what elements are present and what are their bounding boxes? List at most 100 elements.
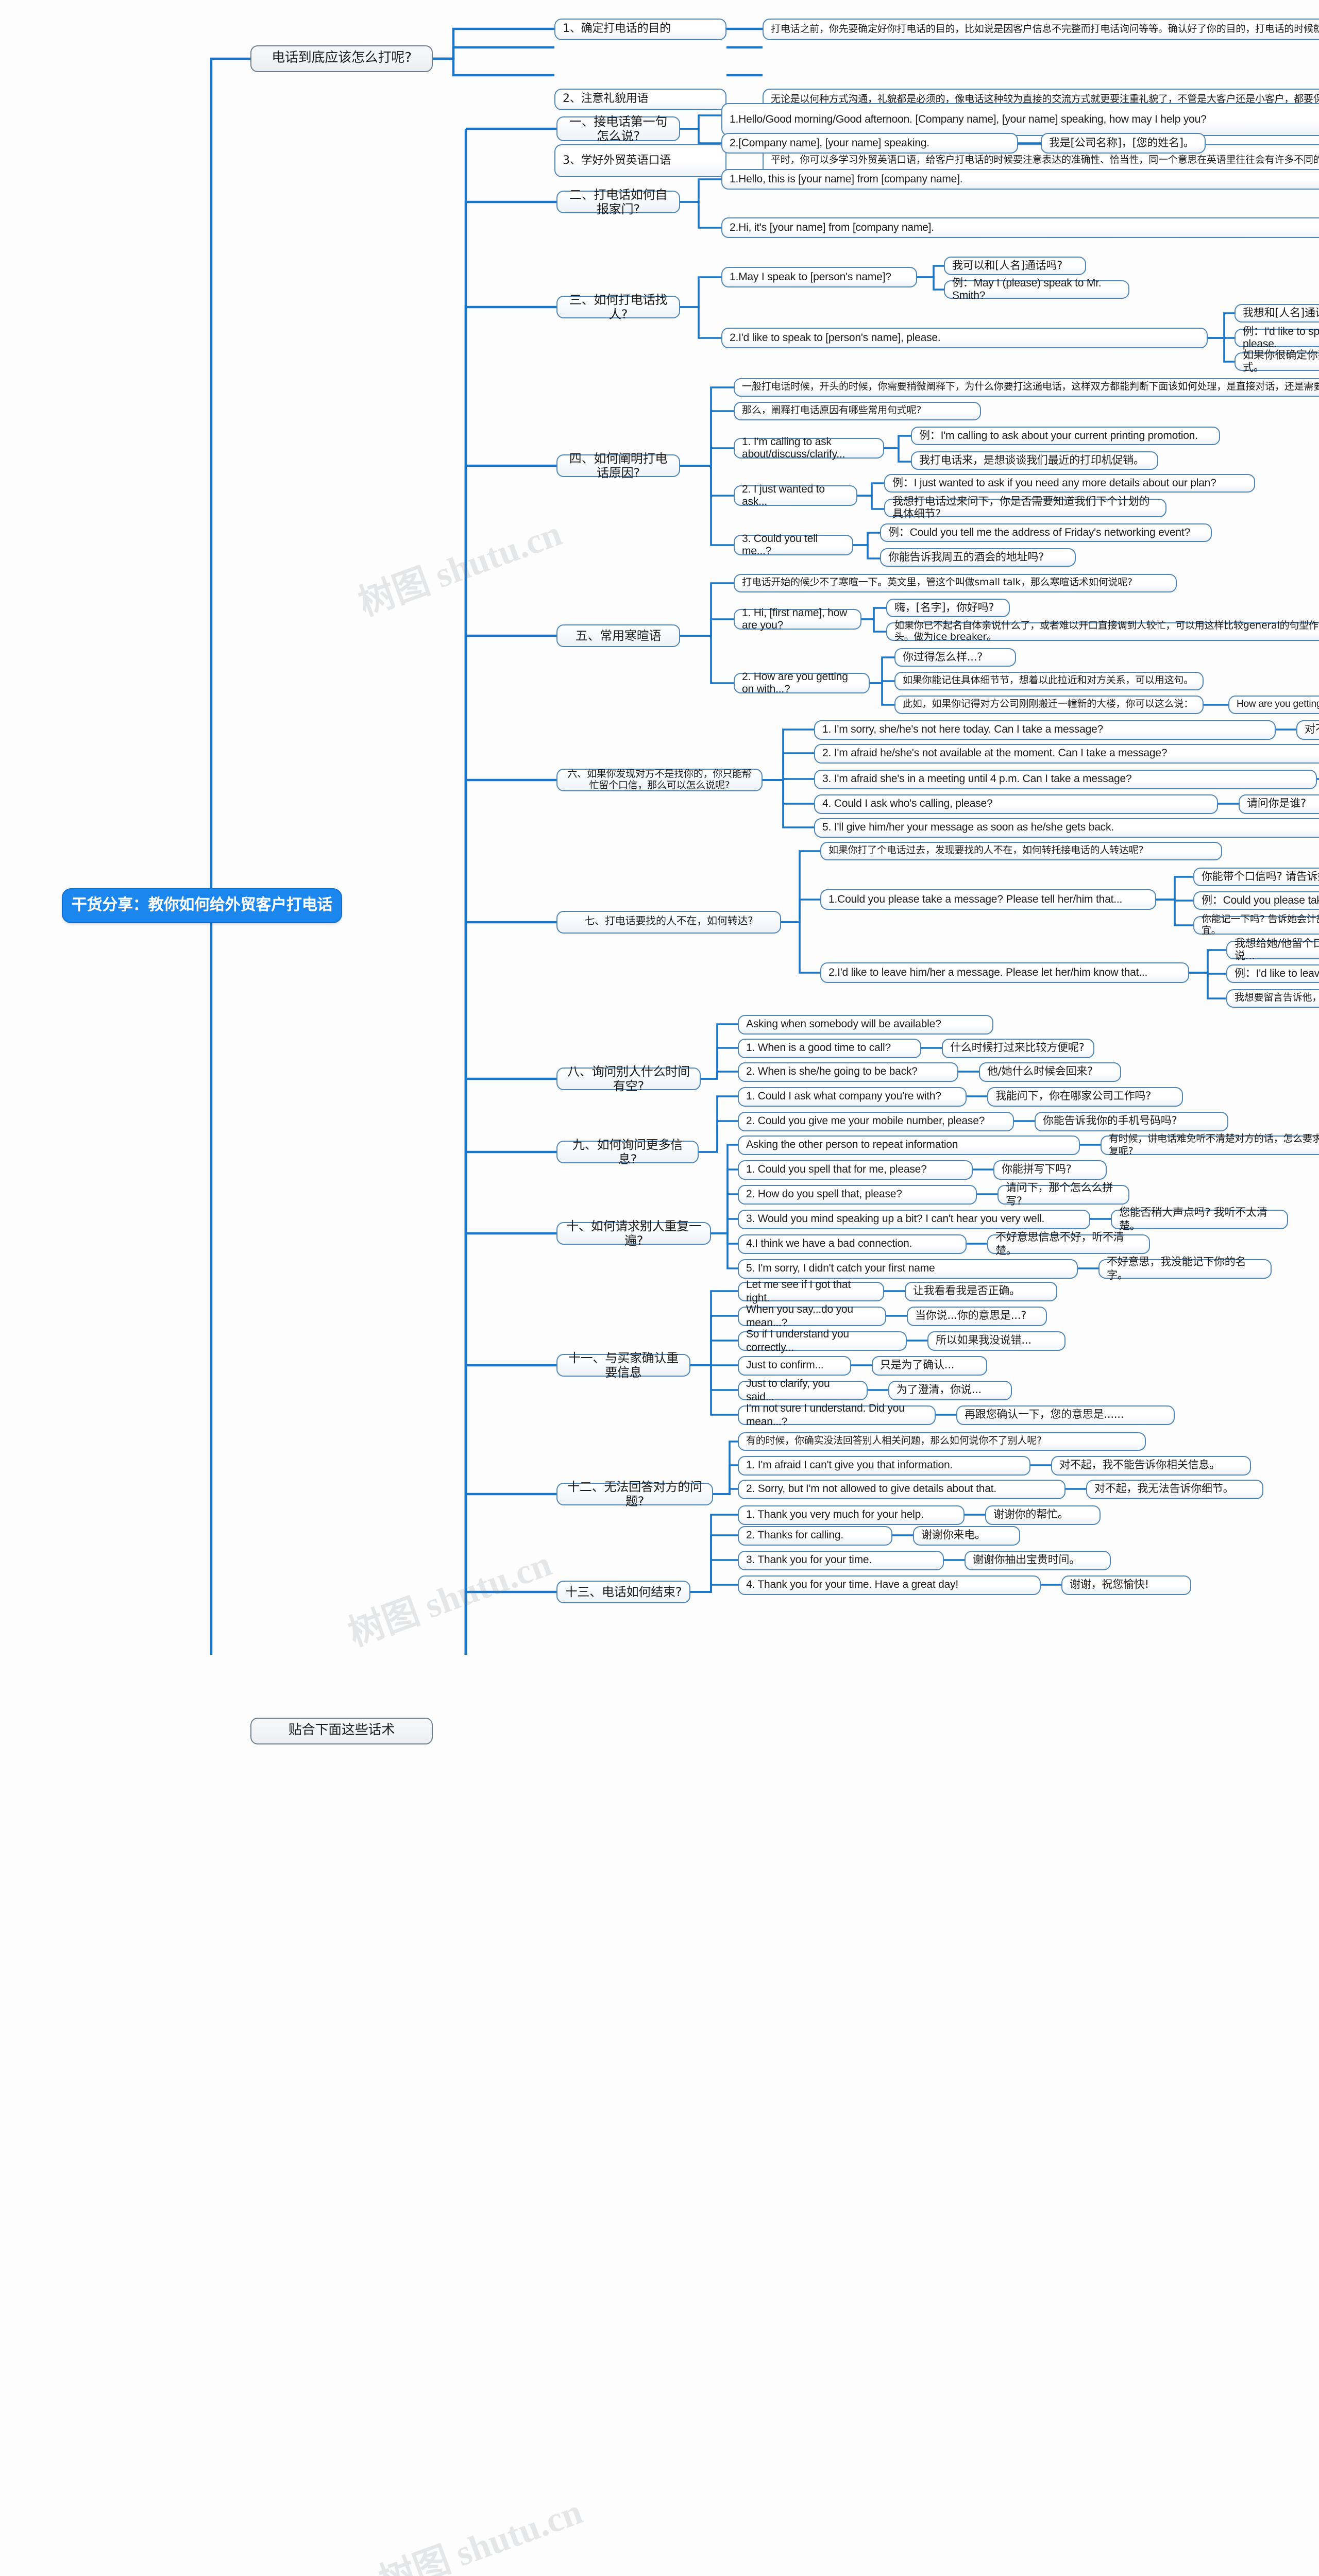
s7-c1-t2-label: 例：Could you please take a message? Pleas… [1202, 894, 1319, 907]
s13-c2[interactable]: 2. Thanks for calling. [738, 1526, 892, 1546]
s5-c1-t2-label: 如果你已不起名自体亲说什么了，或者难以开口直接调到人较忙，可以用这样比较gene… [894, 620, 1319, 643]
s11-c3-t: 所以如果我没说错... [927, 1331, 1066, 1351]
section-5-label: 五、常用寒暄语 [575, 628, 662, 643]
s3-c2[interactable]: 2.I'd like to speak to [person's name], … [721, 328, 1208, 348]
s5-c2[interactable]: 2. How are you getting on with...? [734, 670, 870, 696]
section-1[interactable]: 一、接电话第一句怎么说? [556, 114, 680, 143]
item-purpose[interactable]: 1、确定打电话的目的 [554, 19, 726, 40]
branch-scripts[interactable]: 贴合下面这些话术 [250, 1718, 433, 1744]
s6-c2-label: 2. I'm afraid he/she's not available at … [822, 747, 1168, 760]
s6-c2[interactable]: 2. I'm afraid he/she's not available at … [814, 744, 1319, 764]
section-11[interactable]: 十一、与买家确认重要信息 [556, 1350, 690, 1380]
s10-c4[interactable]: 4.I think we have a bad connection. [738, 1234, 967, 1254]
s13-c2-label: 2. Thanks for calling. [746, 1529, 843, 1542]
s10-c2[interactable]: 2. How do you spell that, please? [738, 1185, 977, 1205]
s13-c4[interactable]: 4. Thank you for your time. Have a great… [738, 1575, 1041, 1595]
s9-c2-t-label: 你能告诉我你的手机号码吗? [1043, 1115, 1177, 1128]
section-3[interactable]: 三、如何打电话找人? [556, 293, 680, 321]
s6-c4-t: 请问你是谁? [1239, 794, 1319, 814]
section-10[interactable]: 十、如何请求别人重复一遍? [556, 1219, 711, 1248]
s10-c0: Asking the other person to repeat inform… [738, 1136, 1080, 1155]
s12-note-label: 有的时候，你确实没法回答别人相关问题，那么如何说你不了别人呢? [746, 1435, 1042, 1447]
s4-c3-t1-label: 例：Could you tell me the address of Frida… [888, 526, 1190, 539]
s6-c5[interactable]: 5. I'll give him/her your message as soo… [814, 818, 1319, 838]
s5-note: 打电话开始的候少不了寒暄一下。英文里，管这个叫做small talk，那么寒暄话… [734, 574, 1177, 592]
s6-c1[interactable]: 1. I'm sorry, she/he's not here today. C… [814, 720, 1276, 740]
s1-c1[interactable]: 1.Hello/Good morning/Good afternoon. [Co… [721, 103, 1319, 136]
branch-phone-how[interactable]: 电话到底应该怎么打呢? [250, 45, 433, 72]
section-6[interactable]: 六、如果你发现对方不是找你的，你只能帮忙留个口信，那么可以怎么说呢? [556, 769, 763, 791]
s1-c2[interactable]: 2.[Company name], [your name] speaking. [721, 133, 1018, 154]
section-12[interactable]: 十二、无法回答对方的问题? [556, 1480, 713, 1509]
s9-c2[interactable]: 2. Could you give me your mobile number,… [738, 1112, 1014, 1131]
item-politeness[interactable]: 2、注意礼貌用语 [554, 89, 726, 110]
section-9[interactable]: 九、如何询问更多信息? [556, 1138, 699, 1166]
s12-c1-t-label: 对不起，我不能告诉你相关信息。 [1059, 1459, 1220, 1472]
section-2-label: 二、打电话如何自报家门? [569, 187, 668, 216]
s11-c2[interactable]: When you say...do you mean...? [738, 1303, 886, 1329]
s12-c2-t: 对不起，我无法告诉你细节。 [1086, 1480, 1263, 1499]
s4-c3[interactable]: 3. Could you tell me...? [734, 532, 853, 557]
s11-c4[interactable]: Just to confirm... [738, 1356, 851, 1376]
s7-c2-t3-label: 我想要留言告诉他，明天的午餐会取消了。 [1235, 992, 1319, 1004]
s5-c2-t2-label: 如果你能记住具体细节节，想着以此拉近和对方关系，可以用这句。 [903, 675, 1194, 687]
s2-c1[interactable]: 1.Hello, this is [your name] from [compa… [721, 169, 1319, 190]
s5-c2-t1: 你过得怎么样...? [894, 648, 1016, 667]
s11-c4-t: 只是为了确认... [872, 1356, 987, 1376]
s10-c1[interactable]: 1. Could you spell that for me, please? [738, 1160, 973, 1180]
watermark: 树图 shutu.cn [374, 2491, 588, 2576]
s11-c2-t: 当你说...你的意思是...? [907, 1307, 1047, 1326]
branch-phone-how-label: 电话到底应该怎么打呢? [272, 50, 412, 66]
s1-c2-t: 我是[公司名称]，[您的姓名]。 [1041, 133, 1206, 154]
s9-c1-t: 我能问下，你在哪家公司工作吗? [987, 1087, 1183, 1107]
s8-c1[interactable]: 1. When is a good time to call? [738, 1039, 921, 1058]
s13-c3[interactable]: 3. Thank you for your time. [738, 1551, 944, 1570]
section-6-label: 六、如果你发现对方不是找你的，你只能帮忙留个口信，那么可以怎么说呢? [567, 768, 752, 791]
item-english[interactable]: 3、学好外贸英语口语 [554, 144, 726, 177]
section-4[interactable]: 四、如何阐明打电话原因? [556, 451, 680, 480]
section-8[interactable]: 八、询问别人什么时间有空? [556, 1064, 701, 1093]
s11-c5[interactable]: Just to clarify, you said... [738, 1378, 868, 1403]
s12-c2[interactable]: 2. Sorry, but I'm not allowed to give de… [738, 1480, 1066, 1499]
s13-c1[interactable]: 1. Thank you very much for your help. [738, 1505, 965, 1525]
s6-c4[interactable]: 4. Could I ask who's calling, please? [814, 794, 1218, 814]
section-2[interactable]: 二、打电话如何自报家门? [556, 188, 680, 216]
s9-c1-t-label: 我能问下，你在哪家公司工作吗? [995, 1090, 1152, 1103]
s9-c1[interactable]: 1. Could I ask what company you're with? [738, 1087, 967, 1107]
s11-c1[interactable]: Let me see if I got that right. [738, 1279, 884, 1304]
root-node[interactable]: 干货分享：教你如何给外贸客户打电话 [62, 888, 342, 923]
s3-c1[interactable]: 1.May I speak to [person's name]? [721, 267, 917, 287]
section-3-label: 三、如何打电话找人? [569, 292, 668, 321]
section-7[interactable]: 七、打电话要找的人不在，如何转达? [556, 911, 781, 934]
s7-c1-t2: 例：Could you please take a message? Pleas… [1193, 891, 1319, 910]
section-8-label: 八、询问别人什么时间有空? [567, 1064, 690, 1093]
s11-c3[interactable]: So if I understand you correctly... [738, 1328, 907, 1353]
s7-c2[interactable]: 2.I'd like to leave him/her a message. P… [820, 962, 1189, 983]
s3-c1-t1-label: 我可以和[人名]通话吗? [952, 259, 1063, 272]
s11-c6[interactable]: I'm not sure I understand. Did you mean.… [738, 1402, 936, 1428]
s10-c5[interactable]: 5. I'm sorry, I didn't catch your first … [738, 1259, 1078, 1279]
section-5[interactable]: 五、常用寒暄语 [556, 624, 680, 647]
s6-c3[interactable]: 3. I'm afraid she's in a meeting until 4… [814, 770, 1317, 789]
section-13[interactable]: 十三、电话如何结束? [556, 1581, 690, 1603]
section-11-label: 十一、与买家确认重要信息 [568, 1350, 679, 1380]
s10-c3[interactable]: 3. Would you mind speaking up a bit? I c… [738, 1210, 1090, 1229]
s2-c2[interactable]: 2.Hi, it's [your name] from [company nam… [721, 217, 1319, 238]
s7-c1[interactable]: 1.Could you please take a message? Pleas… [820, 889, 1156, 910]
section-4-label: 四、如何阐明打电话原因? [569, 451, 668, 480]
s12-c1-t: 对不起，我不能告诉你相关信息。 [1051, 1456, 1251, 1476]
s7-c1-t1-label: 你能带个口信吗? 请告诉她/他... [1202, 870, 1319, 883]
s6-c1-label: 1. I'm sorry, she/he's not here today. C… [822, 723, 1104, 736]
s8-c2-t: 他/她什么时候会回来? [979, 1062, 1121, 1082]
s8-c2[interactable]: 2. When is she/he going to be back? [738, 1062, 958, 1082]
s12-c1[interactable]: 1. I'm afraid I can't give you that info… [738, 1456, 1030, 1476]
s4-c2[interactable]: 2. I just wanted to ask... [734, 483, 857, 508]
s4-note1: 一般打电话时候，开头的时候，你需要稍微阐释下，为什么你要打这通电话，这样双方都能… [734, 378, 1319, 397]
s4-c1-label: 1. I'm calling to ask about/discuss/clar… [742, 435, 845, 461]
s4-c3-t2-label: 你能告诉我周五的酒会的地址吗? [888, 551, 1044, 564]
s6-c4-t-label: 请问你是谁? [1247, 798, 1306, 810]
s4-c1[interactable]: 1. I'm calling to ask about/discuss/clar… [734, 435, 884, 461]
s3-c2-label: 2.I'd like to speak to [person's name], … [730, 331, 941, 344]
s5-c1[interactable]: 1. Hi, [first name], how are you? [734, 606, 861, 632]
s4-c2-t2-label: 我想打电话过来问下，你是否需要知道我们下个计划的具体细节? [892, 495, 1150, 520]
